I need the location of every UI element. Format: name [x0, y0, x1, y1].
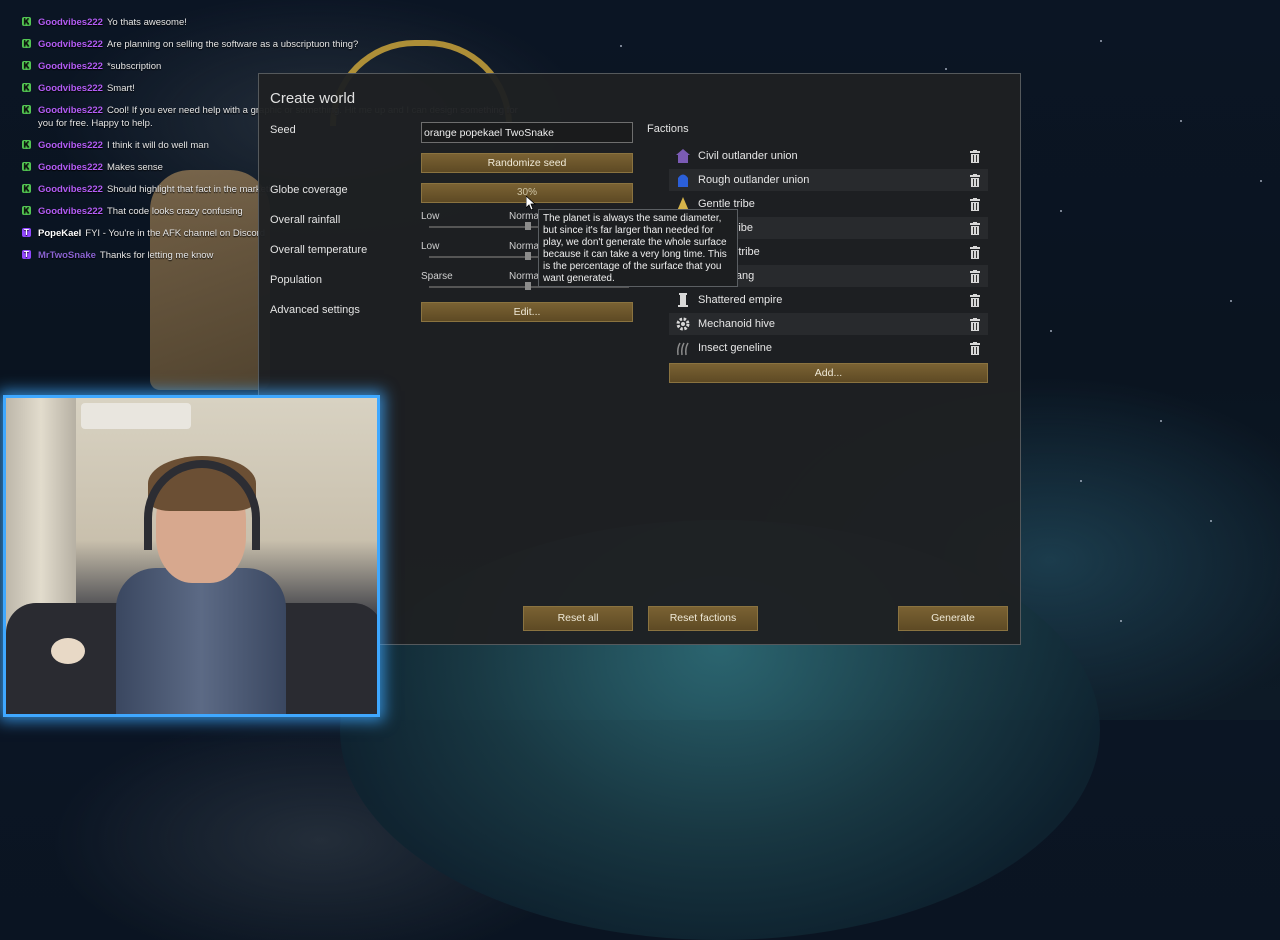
chat-username[interactable]: MrTwoSnake — [38, 250, 96, 261]
trash-icon[interactable] — [970, 149, 980, 163]
trash-icon[interactable] — [970, 245, 980, 259]
chat-badge-icon: K — [22, 61, 31, 70]
faction-name: Rough outlander union — [698, 174, 810, 186]
streamer-body — [116, 568, 286, 714]
chat-username[interactable]: Goodvibes222 — [38, 206, 103, 217]
chat-username[interactable]: Goodvibes222 — [38, 162, 103, 173]
chat-badge-icon: T — [22, 228, 31, 237]
temperature-label: Overall temperature — [270, 244, 368, 256]
faction-name: Shattered empire — [698, 294, 783, 306]
chat-username[interactable]: Goodvibes222 — [38, 17, 103, 28]
chat-username[interactable]: Goodvibes222 — [38, 105, 103, 116]
chat-username[interactable]: Goodvibes222 — [38, 61, 103, 72]
chat-text: Yo thats awesome! — [106, 17, 187, 28]
factions-label: Factions — [647, 123, 689, 135]
population-slider-thumb[interactable] — [525, 282, 531, 290]
population-label: Population — [270, 274, 322, 286]
chat-badge-icon: K — [22, 83, 31, 92]
rainfall-slider-thumb[interactable] — [525, 222, 531, 230]
add-faction-button[interactable]: Add... — [669, 363, 988, 383]
advanced-settings-label: Advanced settings — [270, 304, 360, 316]
seed-label: Seed — [270, 124, 296, 136]
chat-text: That code looks crazy confusing — [106, 206, 243, 217]
chat-username[interactable]: Goodvibes222 — [38, 184, 103, 195]
faction-row[interactable]: Shattered empire — [669, 289, 988, 311]
chat-message: K Goodvibes222 Are planning on selling the… — [0, 34, 540, 56]
house-icon — [675, 148, 691, 164]
claws-icon — [675, 340, 691, 356]
pillar-icon — [675, 292, 691, 308]
gear-icon — [675, 316, 691, 332]
faction-name: Insect geneline — [698, 342, 772, 354]
chat-text: Are planning on selling the software as … — [106, 39, 359, 50]
trash-icon[interactable] — [970, 221, 980, 235]
generate-button[interactable]: Generate — [898, 606, 1008, 631]
chat-username[interactable]: Goodvibes222 — [38, 39, 103, 50]
globe-coverage-label: Globe coverage — [270, 184, 348, 196]
chat-badge-icon: K — [22, 184, 31, 193]
trash-icon[interactable] — [970, 317, 980, 331]
trash-icon[interactable] — [970, 197, 980, 211]
faction-row[interactable]: Mechanoid hive — [669, 313, 988, 335]
chat-text: I think it will do well man — [106, 140, 209, 151]
edit-advanced-button[interactable]: Edit... — [421, 302, 633, 322]
faction-row[interactable]: Civil outlander union — [669, 145, 988, 167]
faction-name: Mechanoid hive — [698, 318, 776, 330]
chat-badge-icon: K — [22, 162, 31, 171]
hamster — [51, 638, 85, 664]
chat-badge-icon: K — [22, 140, 31, 149]
chat-badge-icon: T — [22, 250, 31, 259]
chat-badge-icon: K — [22, 105, 31, 114]
trash-icon[interactable] — [970, 293, 980, 307]
trash-icon[interactable] — [970, 269, 980, 283]
chat-username[interactable]: Goodvibes222 — [38, 140, 103, 151]
chat-badge-icon: K — [22, 206, 31, 215]
chat-username[interactable]: Goodvibes222 — [38, 83, 103, 94]
rainfall-label: Overall rainfall — [270, 214, 341, 226]
trash-icon[interactable] — [970, 341, 980, 355]
chat-text: Thanks for letting me know — [99, 250, 214, 261]
chat-text: Makes sense — [106, 162, 163, 173]
webcam-feed — [3, 395, 380, 717]
chat-badge-icon: K — [22, 17, 31, 26]
chat-text: Smart! — [106, 83, 135, 94]
chat-badge-icon: K — [22, 39, 31, 48]
helmet-icon — [675, 172, 691, 188]
trash-icon[interactable] — [970, 173, 980, 187]
chat-text: *subscription — [106, 61, 162, 72]
air-conditioner — [81, 403, 191, 429]
mouse-cursor-icon — [526, 196, 536, 210]
temperature-slider-thumb[interactable] — [525, 252, 531, 260]
chat-username[interactable]: PopeKael — [38, 228, 81, 239]
chat-text: Should highlight that fact in the market… — [106, 184, 282, 195]
seed-input[interactable] — [421, 122, 633, 143]
chat-message: K Goodvibes222 Yo thats awesome! — [0, 12, 540, 34]
chat-text: FYI - You're in the AFK channel on Disco… — [85, 228, 266, 239]
dialog-title: Create world — [270, 90, 356, 107]
faction-name: Civil outlander union — [698, 150, 798, 162]
faction-row[interactable]: Rough outlander union — [669, 169, 988, 191]
globe-coverage-tooltip: The planet is always the same diameter, … — [538, 209, 738, 287]
reset-factions-button[interactable]: Reset factions — [648, 606, 758, 631]
reset-all-button[interactable]: Reset all — [523, 606, 633, 631]
randomize-seed-button[interactable]: Randomize seed — [421, 153, 633, 173]
faction-row[interactable]: Insect geneline — [669, 337, 988, 359]
